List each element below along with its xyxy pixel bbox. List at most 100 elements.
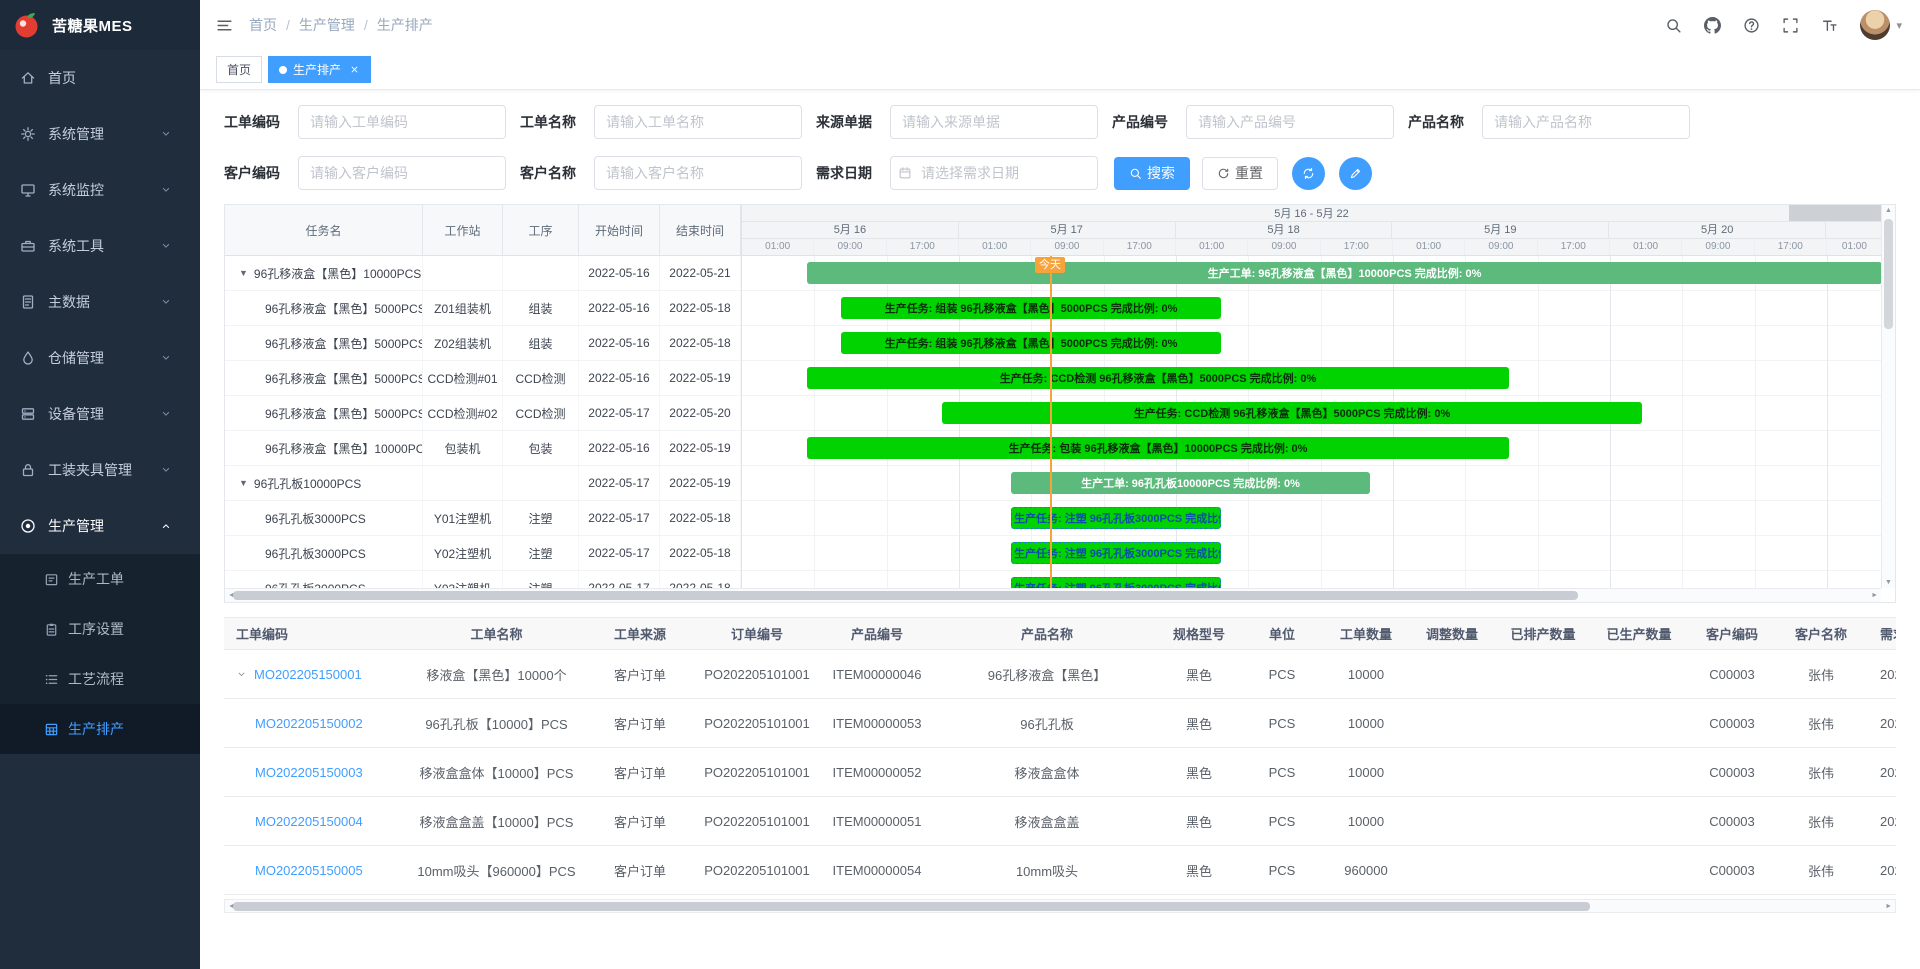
fullscreen-icon[interactable] (1782, 17, 1799, 34)
tab-1[interactable]: 首页 (216, 56, 262, 83)
gantt-task-bar[interactable]: 生产任务: 注塑 96孔孔板3000PCS 完成比例: 0% (1011, 542, 1221, 564)
breadcrumb-item[interactable]: 生产管理 (299, 15, 355, 35)
orders-cell: 10000 (1324, 699, 1408, 747)
sidebar-item-system-monitor[interactable]: 系统监控 (0, 162, 200, 218)
refresh-circle-button[interactable] (1292, 157, 1325, 190)
orders-row[interactable]: MO202205150003移液盒盒体【10000】PCS客户订单PO20220… (224, 748, 1896, 797)
sidebar-item-master-data[interactable]: 主数据 (0, 274, 200, 330)
gantt-task-row[interactable]: 96孔移液盒【黑色】5000PCSZ02组装机组装2022-05-162022-… (225, 326, 741, 361)
gantt-horizontal-scrollbar[interactable]: ◄ ► (225, 588, 1881, 602)
gantt-order-bar[interactable]: 生产工单: 96孔孔板10000PCS 完成比例: 0% (1011, 472, 1370, 494)
orders-row[interactable]: MO202205150004移液盒盒盖【10000】PCS客户订单PO20220… (224, 797, 1896, 846)
user-menu[interactable]: ▾ (1860, 10, 1902, 40)
sidebar-item-production-order[interactable]: 生产工单 (0, 554, 200, 604)
sidebar-item-warehouse-management[interactable]: 仓储管理 (0, 330, 200, 386)
filter-input-order-code[interactable] (298, 105, 506, 139)
caret-down-icon[interactable]: ▼ (239, 478, 248, 488)
sidebar-item-equipment-management[interactable]: 设备管理 (0, 386, 200, 442)
sidebar-item-process-flow[interactable]: 工艺流程 (0, 654, 200, 704)
app-logo[interactable]: 苦糖果MES (0, 0, 200, 50)
filter-input-product-code[interactable] (1186, 105, 1394, 139)
search-icon[interactable] (1665, 17, 1682, 34)
orders-row[interactable]: MO20220515000296孔孔板【10000】PCS客户订单PO20220… (224, 699, 1896, 748)
hamburger-icon[interactable] (216, 17, 233, 34)
gantt-task-row[interactable]: ▼96孔孔板10000PCS2022-05-172022-05-19 (225, 466, 741, 501)
scroll-right-icon[interactable]: ► (1871, 592, 1878, 599)
avatar[interactable] (1860, 10, 1890, 40)
task-name-text: 96孔孔板3000PCS (265, 510, 366, 527)
work-order-link[interactable]: MO202205150003 (255, 765, 363, 780)
timeline-hour-label: 09:00 (1248, 239, 1320, 255)
orders-cell (1408, 748, 1496, 796)
gantt-task-bar[interactable]: 生产任务: 注塑 96孔孔板3000PCS 完成比例: 0% (1011, 577, 1221, 588)
gantt-task-bar[interactable]: 生产任务: 组装 96孔移液盒【黑色】5000PCS 完成比例: 0% (841, 332, 1221, 354)
chevron-down-icon[interactable] (236, 669, 247, 680)
gantt-task-bar[interactable]: 生产任务: 组装 96孔移液盒【黑色】5000PCS 完成比例: 0% (841, 297, 1221, 319)
filter-input-demand-date[interactable] (890, 156, 1098, 190)
scroll-up-icon[interactable]: ▲ (1885, 207, 1892, 214)
filter-field-customer-code: 客户编码 (224, 156, 506, 190)
filter-input-order-name[interactable] (594, 105, 802, 139)
work-order-link[interactable]: MO202205150001 (254, 667, 362, 682)
caret-down-icon: ▾ (1896, 19, 1902, 32)
gantt-task-bar[interactable]: 生产任务: 包装 96孔移液盒【黑色】10000PCS 完成比例: 0% (807, 437, 1509, 459)
sidebar-item-process-setting[interactable]: 工序设置 (0, 604, 200, 654)
scroll-right-icon[interactable]: ► (1885, 903, 1892, 910)
orders-cell: 客户订单 (584, 650, 696, 698)
filter-input-customer-name[interactable] (594, 156, 802, 190)
work-order-link[interactable]: MO202205150004 (255, 814, 363, 829)
sidebar-item-production-scheduling[interactable]: 生产排产 (0, 704, 200, 754)
filter-label: 客户编码 (224, 163, 286, 183)
gantt-cell: 包装 (503, 431, 579, 465)
gantt-order-bar[interactable]: 生产工单: 96孔移液盒【黑色】10000PCS 完成比例: 0% (807, 262, 1881, 284)
scrollbar-thumb[interactable] (1884, 219, 1893, 329)
work-order-link[interactable]: MO202205150002 (255, 716, 363, 731)
scrollbar-thumb[interactable] (233, 591, 1578, 600)
gantt-task-row[interactable]: 96孔移液盒【黑色】5000PCSZ01组装机组装2022-05-162022-… (225, 291, 741, 326)
sidebar-item-system-management[interactable]: 系统管理 (0, 106, 200, 162)
filter-input-source-doc[interactable] (890, 105, 1098, 139)
orders-column-header: 已排产数量 (1496, 618, 1590, 649)
sidebar-item-home[interactable]: 首页 (0, 50, 200, 106)
github-icon[interactable] (1704, 17, 1721, 34)
font-size-icon[interactable] (1821, 17, 1838, 34)
reset-button[interactable]: 重置 (1202, 157, 1278, 190)
scroll-down-icon[interactable]: ▼ (1885, 579, 1892, 586)
gantt-task-row[interactable]: 96孔移液盒【黑色】5000PCSCCD检测#01CCD检测2022-05-16… (225, 361, 741, 396)
gantt-column-header: 任务名 (225, 205, 423, 255)
topbar-actions: ▾ (1665, 10, 1902, 40)
caret-down-icon[interactable]: ▼ (239, 268, 248, 278)
gantt-task-bar[interactable]: 生产任务: CCD检测 96孔移液盒【黑色】5000PCS 完成比例: 0% (807, 367, 1509, 389)
tab-close-icon[interactable] (349, 64, 360, 75)
gantt-task-bar[interactable]: 生产任务: 注塑 96孔孔板3000PCS 完成比例: 0% (1011, 507, 1221, 529)
orders-row[interactable]: MO202205150001移液盒【黑色】10000个客户订单PO2022051… (224, 650, 1896, 699)
work-order-link[interactable]: MO202205150005 (255, 863, 363, 878)
gantt-task-row[interactable]: 96孔孔板3000PCSY01注塑机注塑2022-05-172022-05-18 (225, 501, 741, 536)
tab-2[interactable]: 生产排产 (268, 56, 371, 83)
orders-horizontal-scrollbar[interactable]: ◄ ► (224, 899, 1896, 913)
filter-input-customer-code[interactable] (298, 156, 506, 190)
gantt-task-row[interactable]: ▼96孔移液盒【黑色】10000PCS2022-05-162022-05-21 (225, 256, 741, 291)
gantt-task-row[interactable]: 96孔移液盒【黑色】5000PCSCCD检测#02CCD检测2022-05-17… (225, 396, 741, 431)
filter-input-product-name[interactable] (1482, 105, 1690, 139)
schedule-edit-circle-button[interactable] (1339, 157, 1372, 190)
sidebar-item-fixture-management[interactable]: 工装夹具管理 (0, 442, 200, 498)
filter-field-product-code: 产品编号 (1112, 105, 1394, 139)
table-icon (44, 722, 59, 737)
gantt-task-row[interactable]: 96孔孔板3000PCSY02注塑机注塑2022-05-172022-05-18 (225, 536, 741, 571)
gantt-cell: 2022-05-17 (579, 536, 660, 570)
gantt-task-row[interactable]: 96孔移液盒【黑色】10000PCS包装机包装2022-05-162022-05… (225, 431, 741, 466)
scrollbar-thumb[interactable] (233, 902, 1590, 911)
help-icon[interactable] (1743, 17, 1760, 34)
orders-column-header: 规格型号 (1158, 618, 1240, 649)
gantt-task-bar[interactable]: 生产任务: CCD检测 96孔移液盒【黑色】5000PCS 完成比例: 0% (942, 402, 1642, 424)
gantt-task-row[interactable]: 96孔孔板3000PCSY03注塑机注塑2022-05-172022-05-18 (225, 571, 741, 588)
sidebar-item-production-management[interactable]: 生产管理 (0, 498, 200, 554)
breadcrumb-item[interactable]: 首页 (249, 15, 277, 35)
gantt-vertical-scrollbar[interactable]: ▲ ▼ (1881, 205, 1895, 588)
orders-row[interactable]: MO20220515000510mm吸头【960000】PCS客户订单PO202… (224, 846, 1896, 895)
search-button[interactable]: 搜索 (1114, 157, 1190, 190)
sidebar-item-system-tools[interactable]: 系统工具 (0, 218, 200, 274)
orders-table-body: MO202205150001移液盒【黑色】10000个客户订单PO2022051… (224, 650, 1896, 895)
app-title: 苦糖果MES (52, 15, 133, 36)
